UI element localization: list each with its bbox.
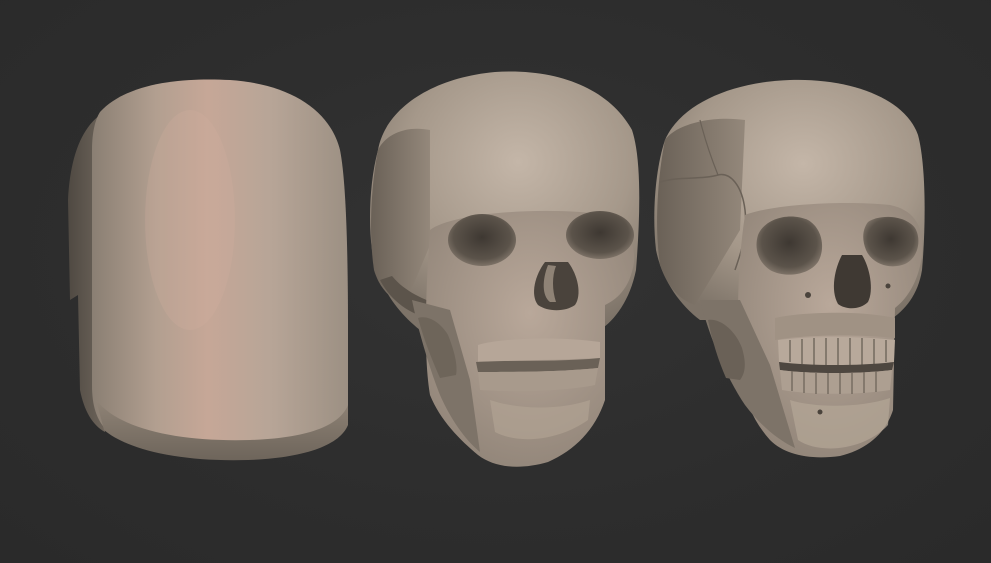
sculpt-render xyxy=(68,71,925,467)
upper-teeth xyxy=(778,337,895,366)
blockout-capsule xyxy=(68,79,348,461)
detailed-skull xyxy=(654,79,925,458)
viewport xyxy=(0,0,991,563)
lower-teeth xyxy=(780,370,892,394)
planar-skull xyxy=(370,71,640,467)
